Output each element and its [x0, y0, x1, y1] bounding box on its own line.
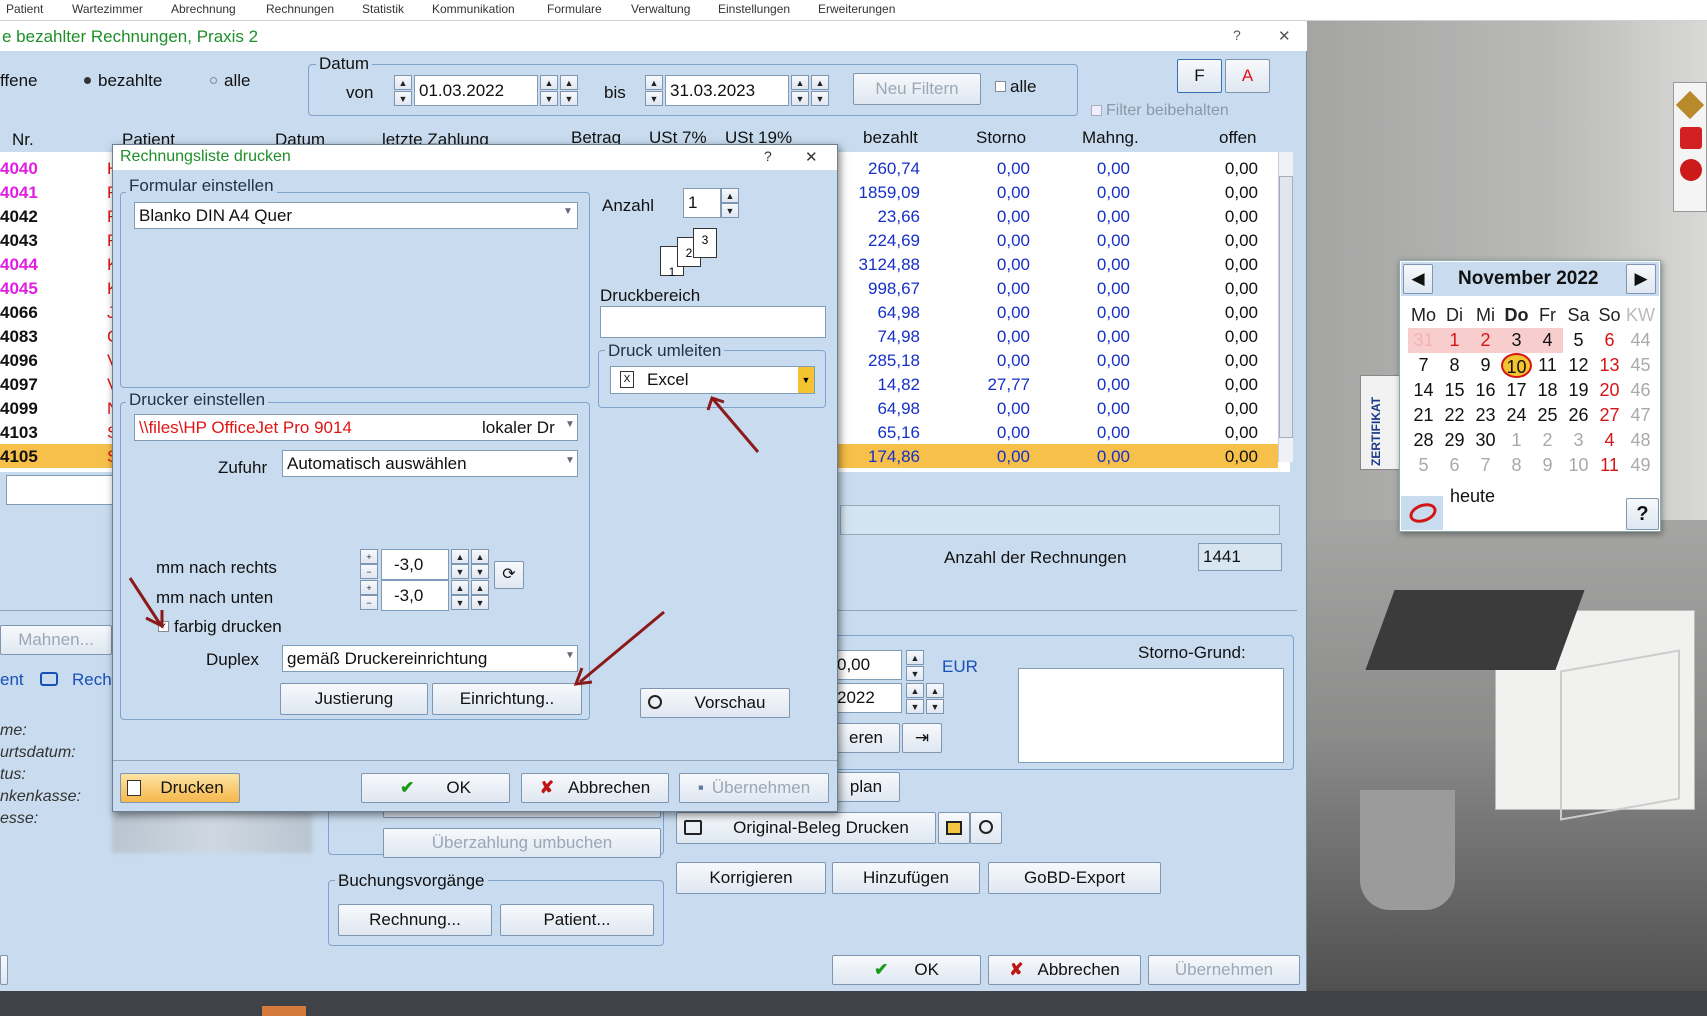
- calendar-day[interactable]: 20: [1594, 378, 1625, 403]
- calendar-kw: 49: [1630, 455, 1651, 475]
- calendar-day[interactable]: 18: [1532, 378, 1563, 403]
- calendar-today-label[interactable]: heute: [1450, 486, 1495, 507]
- calendar-day[interactable]: 2: [1532, 428, 1563, 453]
- calendar-weekday: KW: [1626, 305, 1655, 325]
- calendar-day[interactable]: 4: [1532, 328, 1563, 353]
- calendar-day[interactable]: 26: [1563, 403, 1594, 428]
- calendar-day[interactable]: 22: [1439, 403, 1470, 428]
- calendar-day[interactable]: 15: [1439, 378, 1470, 403]
- calendar-day[interactable]: 13: [1594, 353, 1625, 378]
- calendar-day[interactable]: 8: [1501, 453, 1532, 478]
- calendar-day[interactable]: 24: [1501, 403, 1532, 428]
- calendar-kw: 44: [1630, 330, 1651, 350]
- calendar-weekday: Mo: [1410, 305, 1436, 325]
- calendar-day[interactable]: 5: [1408, 453, 1439, 478]
- calendar-day[interactable]: 2: [1470, 328, 1501, 353]
- calendar-day[interactable]: 1: [1501, 428, 1532, 453]
- calendar-day[interactable]: 29: [1439, 428, 1470, 453]
- calendar-weekday: Do: [1504, 305, 1529, 325]
- calendar-day[interactable]: 23: [1470, 403, 1501, 428]
- calendar-day[interactable]: 7: [1408, 353, 1439, 378]
- calendar-day[interactable]: 10: [1563, 453, 1594, 478]
- calendar-day[interactable]: 10: [1501, 353, 1532, 378]
- calendar-day[interactable]: 17: [1501, 378, 1532, 403]
- calendar-today-button[interactable]: [1401, 496, 1443, 530]
- calendar-weekday: Mi: [1476, 305, 1495, 325]
- calendar-day[interactable]: 16: [1470, 378, 1501, 403]
- arrow-umleiten: [710, 397, 760, 453]
- calendar-help-button[interactable]: ?: [1626, 498, 1659, 530]
- calendar-day[interactable]: 25: [1532, 403, 1563, 428]
- calendar-day[interactable]: 3: [1563, 428, 1594, 453]
- calendar-weekday: So: [1598, 305, 1621, 325]
- calendar-day[interactable]: 6: [1439, 453, 1470, 478]
- calendar-kw: 48: [1630, 430, 1651, 450]
- calendar-weekday: Di: [1446, 305, 1463, 325]
- calendar-day[interactable]: 8: [1439, 353, 1470, 378]
- calendar-day[interactable]: 14: [1408, 378, 1439, 403]
- calendar-day[interactable]: 4: [1594, 428, 1625, 453]
- calendar-day[interactable]: 21: [1408, 403, 1439, 428]
- today-circle-icon: [1406, 499, 1440, 527]
- arrow-farbig: [128, 577, 162, 625]
- calendar-grid: Mo Di Mi Do Fr Sa So KW 31 1 2 3 4 5 6 44 7 8 9 10 11 12 13 45 1…: [1408, 303, 1656, 483]
- arrowhead-einrichtung: [573, 667, 593, 686]
- calendar-day[interactable]: 9: [1470, 353, 1501, 378]
- calendar-day[interactable]: 12: [1563, 353, 1594, 378]
- calendar-kw: 45: [1630, 355, 1651, 375]
- calendar-day[interactable]: 6: [1594, 328, 1625, 353]
- calendar-kw: 46: [1630, 380, 1651, 400]
- calendar-weekday: Fr: [1539, 305, 1556, 325]
- calendar-day[interactable]: 3: [1501, 328, 1532, 353]
- calendar-day[interactable]: 27: [1594, 403, 1625, 428]
- calendar-day[interactable]: 19: [1563, 378, 1594, 403]
- calendar-day[interactable]: 5: [1563, 328, 1594, 353]
- calendar-day[interactable]: 7: [1470, 453, 1501, 478]
- calendar-day[interactable]: 28: [1408, 428, 1439, 453]
- calendar-month-title: November 2022: [1458, 268, 1599, 289]
- calendar-weekday: Sa: [1567, 305, 1590, 325]
- calendar-day[interactable]: 1: [1439, 328, 1470, 353]
- calendar-prev-button[interactable]: ◀: [1403, 264, 1433, 294]
- calendar-kw: 47: [1630, 405, 1651, 425]
- calendar-next-button[interactable]: ▶: [1626, 264, 1656, 294]
- calendar-day[interactable]: 11: [1594, 453, 1625, 478]
- calendar-day[interactable]: 30: [1470, 428, 1501, 453]
- arrow-einrichtung: [579, 610, 665, 684]
- calendar-day[interactable]: 9: [1532, 453, 1563, 478]
- calendar-day[interactable]: 11: [1532, 353, 1563, 378]
- calendar-day[interactable]: 31: [1408, 328, 1439, 353]
